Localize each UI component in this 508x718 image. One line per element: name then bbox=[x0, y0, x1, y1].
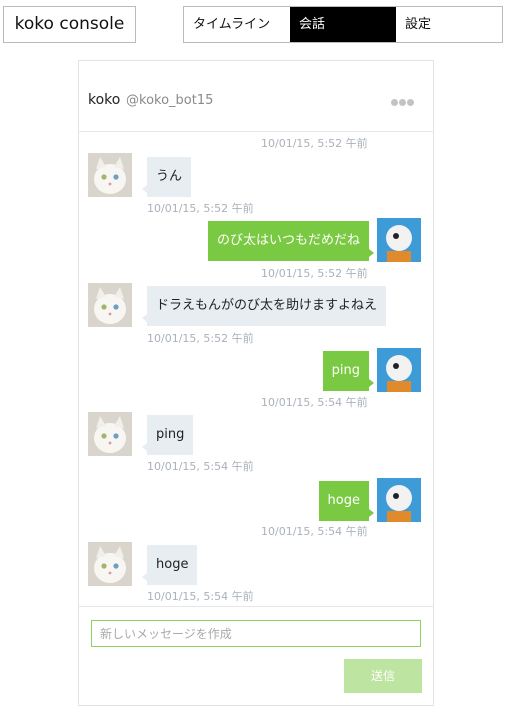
message-timestamp: 10/01/15, 5:52 午前 bbox=[261, 267, 368, 280]
cartoon-avatar-icon bbox=[377, 348, 421, 392]
tab-settings[interactable]: 設定 bbox=[396, 7, 502, 42]
message-input[interactable] bbox=[91, 620, 421, 647]
message-composer: 送信 bbox=[79, 606, 433, 705]
message-timestamp: 10/01/15, 5:54 午前 bbox=[261, 396, 368, 409]
message-bubble: ドラえもんがのび太を助けますよねえ bbox=[141, 286, 387, 326]
cat-avatar-icon bbox=[88, 153, 132, 197]
message-timestamp: 10/01/15, 5:52 午前 bbox=[147, 332, 254, 345]
conversation-panel: 10/01/15, 5:52 午前 うん 10/01/15, 5:52 午前 の… bbox=[78, 60, 434, 706]
message-timestamp: 10/01/15, 5:54 午前 bbox=[147, 590, 254, 603]
message-timestamp: 10/01/15, 5:52 午前 bbox=[147, 202, 254, 215]
message-bubble: hoge bbox=[141, 545, 198, 585]
message-timestamp: 10/01/15, 5:52 午前 bbox=[261, 137, 368, 150]
tab-timeline[interactable]: タイムライン bbox=[184, 7, 290, 42]
conversation-handle: @koko_bot15 bbox=[126, 93, 214, 108]
send-button[interactable]: 送信 bbox=[344, 659, 422, 693]
message-bubble: hoge bbox=[318, 481, 375, 521]
message-bubble: ping bbox=[141, 415, 194, 455]
tab-conversation[interactable]: 会話 bbox=[290, 7, 396, 42]
message-timestamp: 10/01/15, 5:54 午前 bbox=[147, 460, 254, 473]
cartoon-avatar-icon bbox=[377, 218, 421, 262]
cartoon-avatar-icon bbox=[377, 478, 421, 522]
message-bubble: のび太はいつもだめだね bbox=[207, 221, 375, 261]
cat-avatar-icon bbox=[88, 283, 132, 327]
more-dots-icon[interactable] bbox=[391, 91, 417, 106]
message-timestamp: 10/01/15, 5:54 午前 bbox=[261, 525, 368, 538]
message-bubble: ping bbox=[322, 351, 375, 391]
conversation-header: koko @koko_bot15 bbox=[79, 61, 433, 132]
app-title: koko console bbox=[3, 6, 136, 43]
message-bubble: うん bbox=[141, 157, 192, 197]
conversation-name: koko bbox=[88, 92, 121, 108]
cat-avatar-icon bbox=[88, 542, 132, 586]
cat-avatar-icon bbox=[88, 412, 132, 456]
tab-bar: タイムライン 会話 設定 bbox=[183, 6, 503, 43]
